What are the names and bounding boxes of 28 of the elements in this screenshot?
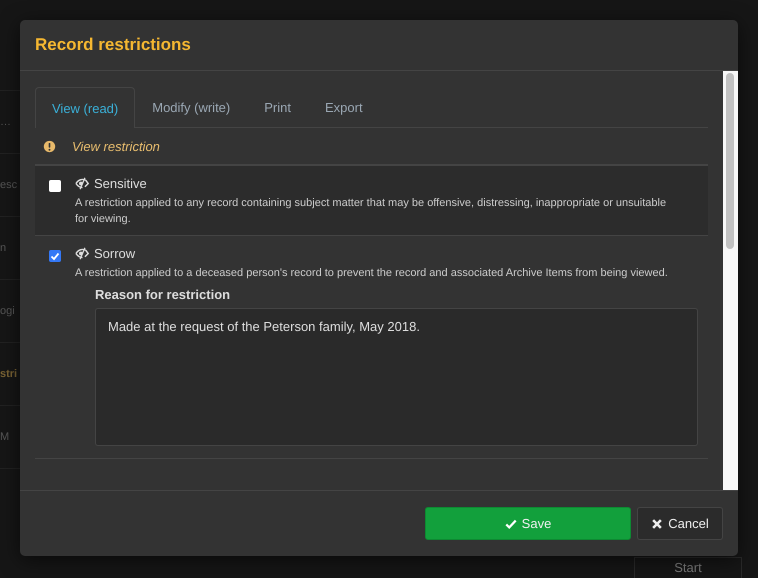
restriction-description: A restriction applied to any record containing subject matter that may be offensive, distressing, inappropriate or unsuitable for viewing.: [75, 196, 668, 227]
section-title: View restriction: [72, 138, 160, 154]
tab[interactable]: Export: [308, 87, 380, 127]
check-icon: [504, 518, 517, 530]
background-text: …: [0, 116, 11, 128]
cancel-button[interactable]: Cancel: [637, 507, 723, 540]
field-label: Reason for restriction: [95, 287, 232, 302]
dialog-title: Record restrictions: [35, 35, 191, 55]
scrollbar[interactable]: [723, 71, 738, 490]
tab[interactable]: Print: [247, 87, 308, 127]
background-text: stri: [0, 368, 18, 380]
save-button[interactable]: Save: [425, 507, 631, 540]
background-text: esc: [0, 179, 18, 191]
restriction-name: Sorrow: [94, 246, 136, 261]
restriction-description: A restriction applied to a deceased person's record to prevent the record and associated Archive Items from being viewed.: [75, 266, 668, 281]
restriction-name: Sensitive: [94, 176, 147, 191]
checkbox[interactable]: [49, 250, 61, 262]
eye-slash-icon: [75, 247, 90, 260]
background-text: ogi: [0, 305, 15, 317]
warning-icon: [43, 140, 56, 152]
tab[interactable]: Modify (write): [135, 87, 248, 127]
checkbox[interactable]: [49, 180, 61, 192]
close-icon: [651, 518, 664, 530]
background-text: M: [0, 431, 10, 443]
tab[interactable]: View (read): [35, 87, 136, 128]
eye-slash-icon: [75, 177, 90, 190]
reason-field[interactable]: Made at the request of the Peterson family, May 2018.: [95, 308, 698, 446]
background-text: n: [0, 242, 6, 254]
